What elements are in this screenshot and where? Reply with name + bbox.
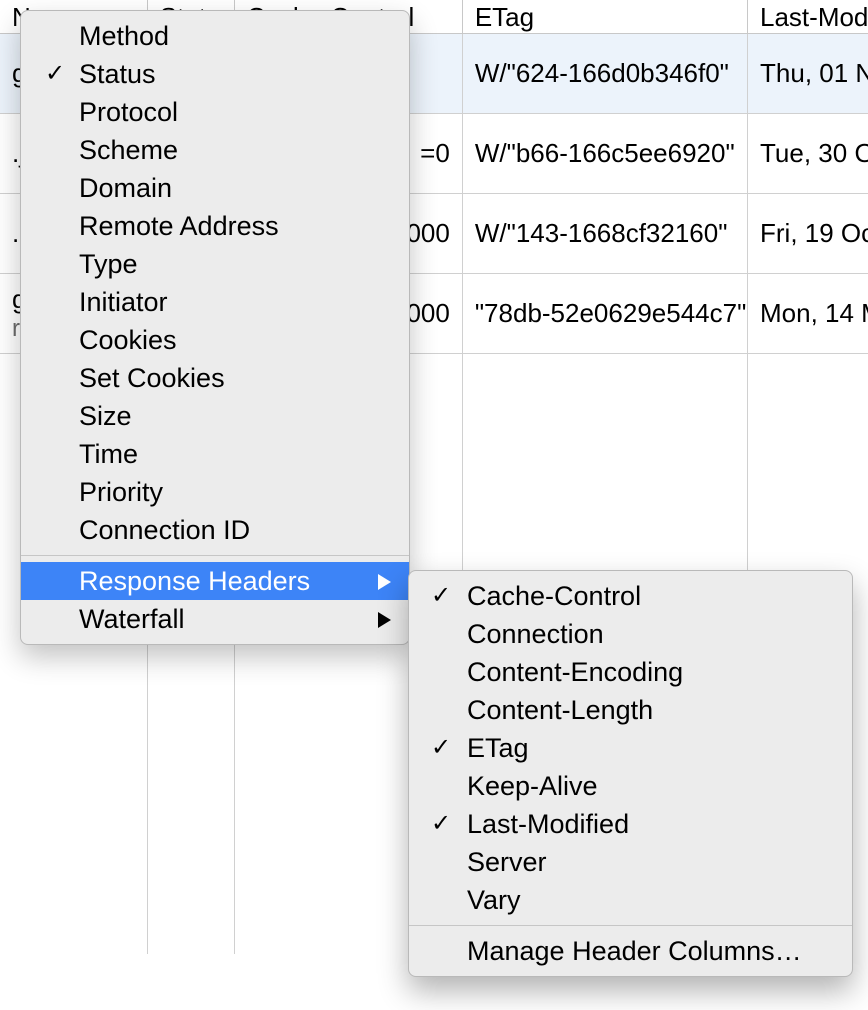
submenu-item-label: Keep-Alive [467, 771, 598, 801]
menu-item-connection-id[interactable]: Connection ID [21, 511, 409, 549]
submenu-item-cache-control[interactable]: ✓ Cache-Control [409, 577, 852, 615]
cell-etag: W/"624-166d0b346f0" [463, 34, 748, 113]
cell-last: Fri, 19 Oc [748, 194, 868, 273]
menu-item-label: Remote Address [79, 211, 279, 241]
submenu-item-label: Manage Header Columns… [467, 936, 802, 966]
menu-item-response-headers[interactable]: Response Headers [21, 562, 409, 600]
check-icon: ✓ [431, 577, 451, 615]
menu-item-priority[interactable]: Priority [21, 473, 409, 511]
submenu-item-keep-alive[interactable]: Keep-Alive [409, 767, 852, 805]
submenu-item-label: Content-Encoding [467, 657, 683, 687]
submenu-item-label: Last-Modified [467, 809, 629, 839]
menu-item-label: Connection ID [79, 515, 250, 545]
cell-etag: "78db-52e0629e544c7" [463, 274, 748, 353]
menu-item-label: Initiator [79, 287, 168, 317]
submenu-item-last-modified[interactable]: ✓ Last-Modified [409, 805, 852, 843]
column-context-menu[interactable]: Method ✓ Status Protocol Scheme Domain Remote … [20, 10, 410, 645]
submenu-item-content-encoding[interactable]: Content-Encoding [409, 653, 852, 691]
menu-item-domain[interactable]: Domain [21, 169, 409, 207]
menu-item-label: Cookies [79, 325, 177, 355]
menu-item-waterfall[interactable]: Waterfall [21, 600, 409, 638]
response-headers-submenu[interactable]: ✓ Cache-Control Connection Content-Encoding… [408, 570, 853, 977]
menu-item-type[interactable]: Type [21, 245, 409, 283]
submenu-arrow-icon [378, 600, 391, 638]
submenu-item-label: Content-Length [467, 695, 653, 725]
submenu-item-label: Vary [467, 885, 521, 915]
column-header-last[interactable]: Last-Mod [748, 0, 868, 34]
submenu-item-content-length[interactable]: Content-Length [409, 691, 852, 729]
submenu-item-label: ETag [467, 733, 529, 763]
menu-separator [409, 925, 852, 926]
menu-item-cookies[interactable]: Cookies [21, 321, 409, 359]
menu-item-label: Type [79, 249, 138, 279]
menu-item-time[interactable]: Time [21, 435, 409, 473]
menu-item-method[interactable]: Method [21, 17, 409, 55]
menu-item-label: Domain [79, 173, 172, 203]
cell-last: Mon, 14 M [748, 274, 868, 353]
check-icon: ✓ [431, 729, 451, 767]
submenu-item-vary[interactable]: Vary [409, 881, 852, 919]
menu-item-label: Size [79, 401, 132, 431]
menu-item-protocol[interactable]: Protocol [21, 93, 409, 131]
submenu-item-label: Server [467, 847, 547, 877]
menu-item-set-cookies[interactable]: Set Cookies [21, 359, 409, 397]
menu-item-status[interactable]: ✓ Status [21, 55, 409, 93]
submenu-item-connection[interactable]: Connection [409, 615, 852, 653]
submenu-item-manage-header-columns[interactable]: Manage Header Columns… [409, 932, 852, 970]
menu-item-label: Waterfall [79, 604, 185, 634]
menu-item-label: Method [79, 21, 169, 51]
menu-item-initiator[interactable]: Initiator [21, 283, 409, 321]
menu-item-remote-address[interactable]: Remote Address [21, 207, 409, 245]
submenu-item-label: Connection [467, 619, 604, 649]
submenu-item-etag[interactable]: ✓ ETag [409, 729, 852, 767]
check-icon: ✓ [45, 55, 65, 93]
cell-last: Tue, 30 O [748, 114, 868, 193]
menu-separator [21, 555, 409, 556]
submenu-item-server[interactable]: Server [409, 843, 852, 881]
cell-etag: W/"143-1668cf32160" [463, 194, 748, 273]
submenu-item-label: Cache-Control [467, 581, 641, 611]
cell-etag: W/"b66-166c5ee6920" [463, 114, 748, 193]
column-header-etag[interactable]: ETag [463, 0, 748, 34]
menu-item-label: Time [79, 439, 138, 469]
submenu-arrow-icon [378, 562, 391, 600]
menu-item-scheme[interactable]: Scheme [21, 131, 409, 169]
menu-item-label: Response Headers [79, 566, 310, 596]
check-icon: ✓ [431, 805, 451, 843]
menu-item-size[interactable]: Size [21, 397, 409, 435]
menu-item-label: Scheme [79, 135, 178, 165]
menu-item-label: Priority [79, 477, 163, 507]
menu-item-label: Protocol [79, 97, 178, 127]
menu-item-label: Status [79, 59, 156, 89]
menu-item-label: Set Cookies [79, 363, 225, 393]
cell-last: Thu, 01 N [748, 34, 868, 113]
